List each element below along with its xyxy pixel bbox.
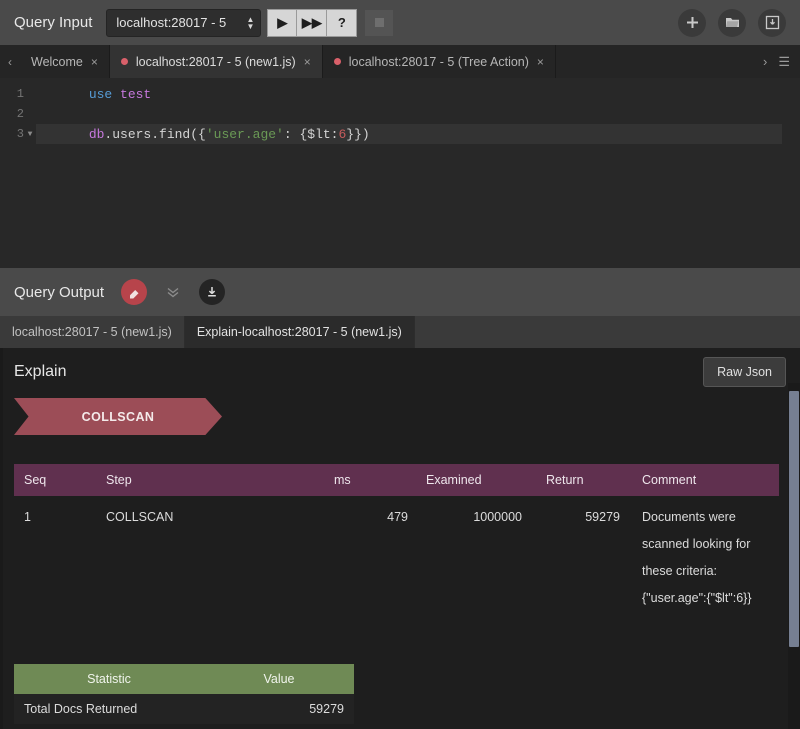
column-header-examined: Examined [426,464,546,496]
open-file-button[interactable] [718,8,746,37]
unsaved-dot-icon [120,58,128,65]
save-file-button[interactable] [758,8,786,37]
run-button-group: ▶ ▶▶ ? [267,8,395,37]
comment-line-2: these criteria: {"user.age":{"$lt":6}} [642,564,752,605]
cell-value: 59279 [204,694,354,724]
scrollbar-thumb[interactable] [789,391,799,647]
help-button[interactable]: ? [327,8,358,37]
stage-badge-collscan[interactable]: COLLSCAN [14,398,222,435]
tab-scroll-prev[interactable]: ‹ [0,45,20,78]
cell-value: 0 [204,724,354,729]
collapse-output-button[interactable] [160,279,186,305]
raw-json-button[interactable]: Raw Json [703,357,786,387]
code-token: : {$lt: [283,126,339,142]
line-number: 2 [16,107,24,121]
explain-panel: Explain Raw Json COLLSCAN Seq Step ms Ex… [0,348,800,729]
connection-select[interactable]: localhost:28017 - 5 ▲ ▼ [106,8,262,37]
code-token: use [88,86,113,102]
tab-close-icon[interactable]: × [537,55,544,69]
code-token: .users.find({ [104,126,206,142]
tab-bar-controls: › ☰ [753,45,800,78]
stop-square-icon [374,18,384,27]
output-tab-bar: localhost:28017 - 5 (new1.js) Explain-lo… [0,316,800,348]
table-row: Total Docs Returned 59279 [14,694,354,724]
column-header-return: Return [546,464,632,496]
tab-label: localhost:28017 - 5 (Tree Action) [348,54,529,69]
code-line: 1 use test [0,84,800,104]
query-output-title: Query Output [14,283,105,301]
new-file-button[interactable] [678,8,706,37]
code-token: db [88,126,105,142]
explain-title: Explain [14,363,67,380]
code-editor[interactable]: 1 use test 2 3 ▼ db.users.find({'user.ag… [0,78,800,268]
query-output-toolbar: Query Output [0,268,800,316]
cell-statistic: Total Keys Examined [14,724,204,729]
save-icon [765,15,779,30]
explain-stage-table: Seq Step ms Examined Return Comment 1 CO… [14,464,779,620]
column-header-seq: Seq [14,464,106,496]
download-output-button[interactable] [199,279,226,305]
column-header-statistic: Statistic [14,664,204,694]
cell-statistic: Total Docs Returned [14,694,204,724]
query-input-title: Query Input [14,14,93,31]
run-button[interactable]: ▶ [267,8,298,37]
plus-icon [686,17,698,28]
tab-label: localhost:28017 - 5 (new1.js) [135,54,296,69]
download-icon [208,287,216,297]
column-header-ms: ms [334,464,426,496]
code-token: 'user.age' [205,126,284,142]
cell-examined: 1000000 [473,510,522,524]
chevron-double-down-icon [167,287,179,298]
code-line: 3 ▼ db.users.find({'user.age': {$lt:6}}) [0,124,800,144]
explain-header: Explain Raw Json [14,348,786,396]
tab-close-icon[interactable]: × [304,55,311,69]
column-header-comment: Comment [632,464,779,496]
clear-output-button[interactable] [121,279,148,305]
unsaved-dot-icon [333,58,341,65]
code-text: db.users.find({'user.age': {$lt:6}}) [42,112,370,157]
cell-return: 59279 [585,510,620,524]
line-number: 3 [16,127,24,141]
table-header-row: Statistic Value [14,664,354,694]
output-tab-result[interactable]: localhost:28017 - 5 (new1.js) [0,316,185,348]
cell-ms: 479 [387,510,408,524]
code-token: test [120,86,152,102]
eraser-icon [129,289,139,298]
line-number: 1 [16,87,24,101]
query-input-toolbar: Query Input localhost:28017 - 5 ▲ ▼ ▶ ▶▶… [0,0,800,45]
explain-statistics-table: Statistic Value Total Docs Returned 5927… [14,664,354,729]
panel-left-edge [0,348,3,729]
comment-line-1: Documents were scanned looking for [642,510,751,551]
tab-scroll-next[interactable]: › [763,54,767,69]
tab-tree-action[interactable]: localhost:28017 - 5 (Tree Action) × [323,45,556,78]
stepper-arrows-icon[interactable]: ▲ ▼ [246,15,254,30]
stage-diagram: COLLSCAN [14,398,786,435]
table-row: 1 COLLSCAN 479 1000000 59279 Documents w… [14,496,779,620]
cell-step: COLLSCAN [106,510,174,524]
code-token: }}) [346,126,370,142]
table-row: Total Keys Examined 0 [14,724,354,729]
run-all-button[interactable]: ▶▶ [297,8,328,37]
tab-label: Welcome [31,54,83,69]
connection-select-value: localhost:28017 - 5 [116,15,227,30]
column-header-value: Value [204,664,354,694]
stop-button [364,8,395,37]
column-header-step: Step [106,464,334,496]
tab-menu-icon[interactable]: ☰ [778,54,790,70]
fold-arrow-icon[interactable]: ▼ [24,130,36,139]
cell-seq: 1 [24,510,31,524]
cell-comment: Documents were scanned looking for these… [632,496,779,620]
output-tab-explain[interactable]: Explain-localhost:28017 - 5 (new1.js) [184,316,415,348]
explain-vertical-scrollbar[interactable] [788,383,800,729]
folder-icon [725,18,739,27]
table-header-row: Seq Step ms Examined Return Comment [14,464,779,496]
tab-close-icon[interactable]: × [91,55,98,69]
